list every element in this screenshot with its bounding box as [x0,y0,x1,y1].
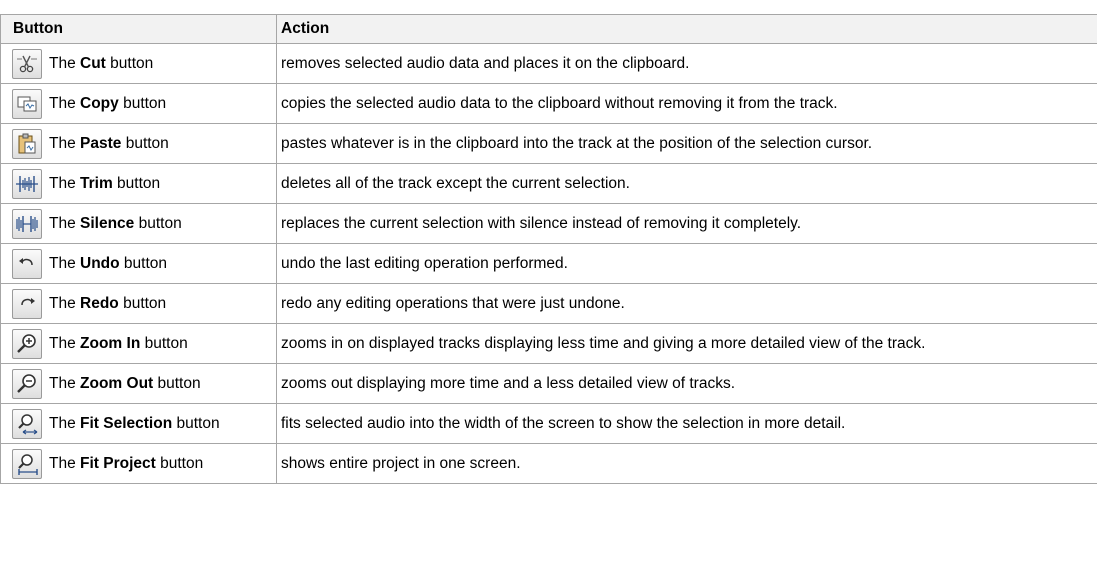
action-description: zooms out displaying more time and a les… [277,364,1097,404]
button-name: Fit Selection [80,415,172,432]
label-suffix: button [153,375,200,392]
button-label: The Zoom Out button [49,375,201,392]
label-prefix: The [49,375,80,392]
button-label: The Zoom In button [49,335,188,352]
label-prefix: The [49,415,80,432]
action-description: redo any editing operations that were ju… [277,284,1097,324]
table-row-trim: The Trim button deletes all of the track … [1,164,1097,204]
button-label: The Cut button [49,55,153,72]
table-row-zoom-out: The Zoom Out button zooms out displaying … [1,364,1097,404]
button-reference-table: Button Action The Cut button removes sele… [0,14,1097,484]
button-name: Fit Project [80,455,156,472]
button-label: The Undo button [49,255,167,272]
header-action: Action [277,15,1097,44]
silence-icon[interactable] [12,209,42,239]
copy-icon[interactable] [12,89,42,119]
button-cell: The Undo button [1,244,277,284]
table-row-paste: The Paste button pastes whatever is in th… [1,124,1097,164]
label-prefix: The [49,215,80,232]
action-description: pastes whatever is in the clipboard into… [277,124,1097,164]
button-label: The Fit Project button [49,455,203,472]
header-button: Button [1,15,277,44]
table-row-undo: The Undo button undo the last editing ope… [1,244,1097,284]
button-name: Silence [80,215,134,232]
button-cell: The Paste button [1,124,277,164]
button-name: Copy [80,95,119,112]
label-suffix: button [156,455,203,472]
table-row-fit-selection: The Fit Selection button fits selected au… [1,404,1097,444]
cut-icon[interactable] [12,49,42,79]
label-suffix: button [119,95,166,112]
table-row-cut: The Cut button removes selected audio dat… [1,44,1097,84]
table-row-redo: The Redo button redo any editing operatio… [1,284,1097,324]
label-prefix: The [49,175,80,192]
action-description: zooms in on displayed tracks displaying … [277,324,1097,364]
button-cell: The Cut button [1,44,277,84]
table-row-copy: The Copy button copies the selected audio… [1,84,1097,124]
fit-selection-icon[interactable] [12,409,42,439]
table-row-silence: The Silence button replaces the current s… [1,204,1097,244]
redo-icon[interactable] [12,289,42,319]
button-name: Cut [80,55,106,72]
action-description: copies the selected audio data to the cl… [277,84,1097,124]
action-description: deletes all of the track except the curr… [277,164,1097,204]
button-label: The Silence button [49,215,182,232]
button-name: Undo [80,255,120,272]
zoom-out-icon[interactable] [12,369,42,399]
header-row: Button Action [1,15,1097,44]
paste-icon[interactable] [12,129,42,159]
button-cell: The Zoom In button [1,324,277,364]
table-row-fit-project: The Fit Project button shows entire proje… [1,444,1097,484]
action-description: shows entire project in one screen. [277,444,1097,484]
button-cell: The Fit Project button [1,444,277,484]
button-name: Zoom In [80,335,140,352]
label-suffix: button [120,255,167,272]
label-prefix: The [49,335,80,352]
label-suffix: button [119,295,166,312]
button-cell: The Fit Selection button [1,404,277,444]
button-cell: The Copy button [1,84,277,124]
label-prefix: The [49,55,80,72]
button-cell: The Silence button [1,204,277,244]
button-label: The Trim button [49,175,160,192]
button-cell: The Zoom Out button [1,364,277,404]
button-label: The Paste button [49,135,169,152]
action-description: undo the last editing operation performe… [277,244,1097,284]
undo-icon[interactable] [12,249,42,279]
label-suffix: button [121,135,168,152]
label-prefix: The [49,135,80,152]
table-row-zoom-in: The Zoom In button zooms in on displayed … [1,324,1097,364]
label-suffix: button [172,415,219,432]
button-cell: The Trim button [1,164,277,204]
fit-project-icon[interactable] [12,449,42,479]
zoom-in-icon[interactable] [12,329,42,359]
label-suffix: button [113,175,160,192]
button-name: Paste [80,135,121,152]
action-description: replaces the current selection with sile… [277,204,1097,244]
button-name: Trim [80,175,113,192]
button-label: The Redo button [49,295,166,312]
action-description: removes selected audio data and places i… [277,44,1097,84]
label-suffix: button [106,55,153,72]
action-description: fits selected audio into the width of th… [277,404,1097,444]
trim-icon[interactable] [12,169,42,199]
label-suffix: button [134,215,181,232]
label-prefix: The [49,455,80,472]
label-prefix: The [49,95,80,112]
button-name: Redo [80,295,119,312]
label-prefix: The [49,295,80,312]
button-name: Zoom Out [80,375,153,392]
label-suffix: button [140,335,187,352]
label-prefix: The [49,255,80,272]
button-label: The Fit Selection button [49,415,220,432]
button-label: The Copy button [49,95,166,112]
button-cell: The Redo button [1,284,277,324]
